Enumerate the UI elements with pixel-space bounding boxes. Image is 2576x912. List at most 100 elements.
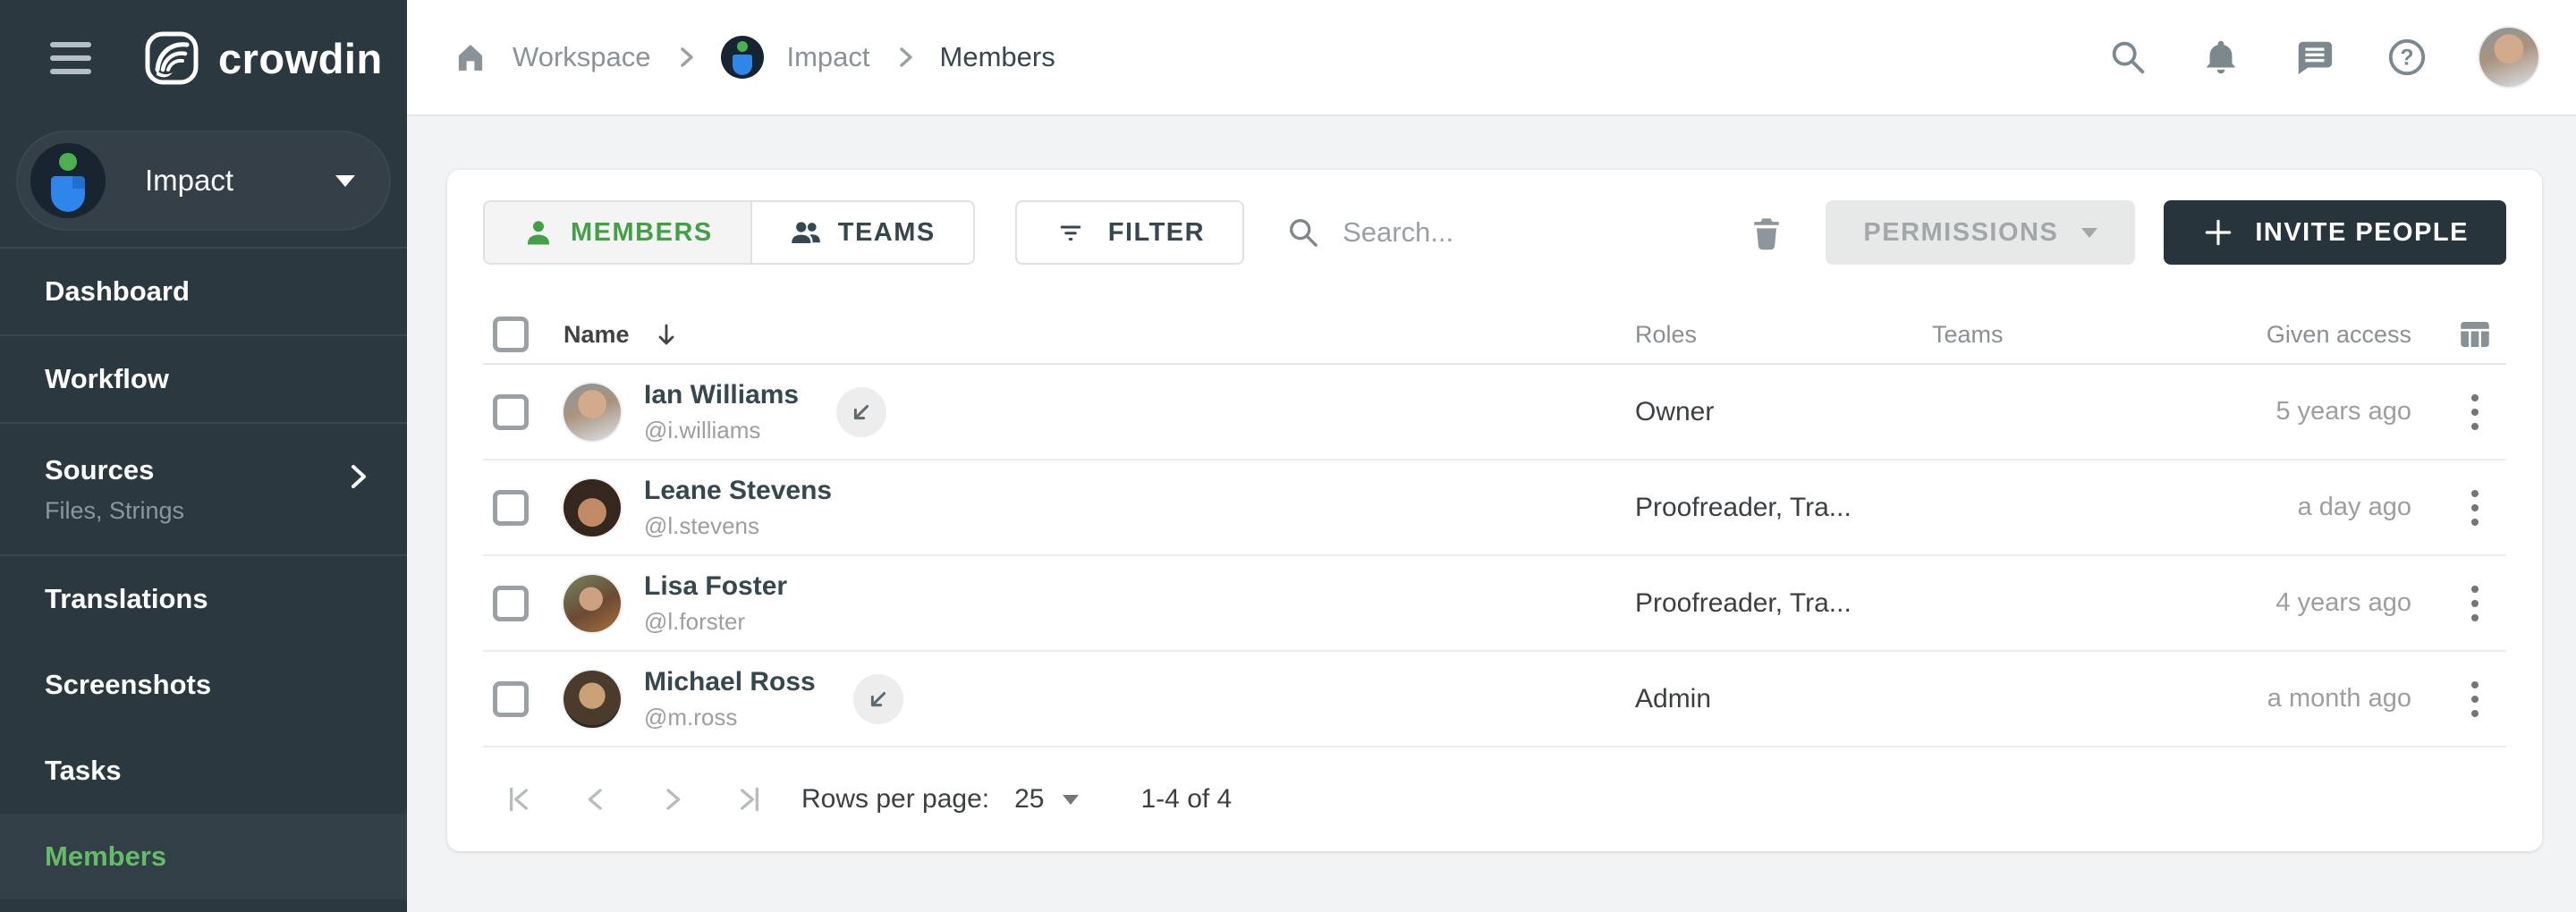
sidebar-item-members[interactable]: Members [0,814,407,899]
filter-button[interactable]: FILTER [1015,200,1244,265]
search-input[interactable] [1343,216,1747,249]
crowdin-mark-icon [143,30,200,87]
row-checkbox[interactable] [493,394,529,430]
chevron-down-icon [335,175,355,187]
member-roles: Admin [1635,684,1932,714]
sidebar-item-dashboard[interactable]: Dashboard [0,249,407,334]
row-checkbox[interactable] [493,681,529,717]
member-username: @i.williams [644,417,799,444]
permissions-button[interactable]: PERMISSIONS [1826,200,2135,265]
help-icon[interactable]: ? [2386,37,2428,78]
joined-via-invite-icon [836,387,886,437]
member-roles: Proofreader, Tra... [1635,493,1932,523]
chevron-right-icon [344,463,371,490]
table-row[interactable]: Leane Stevens @l.stevens Proofreader, Tr… [483,460,2506,556]
member-avatar [564,479,621,536]
sidebar-item-sources[interactable]: Sources Files, Strings [0,424,407,554]
member-given-access: 4 years ago [2068,588,2444,618]
previous-page-icon[interactable] [578,781,614,817]
tab-teams[interactable]: TEAMS [752,200,975,265]
first-page-icon[interactable] [501,781,537,817]
user-avatar[interactable] [2479,28,2538,87]
sidebar-item-workflow[interactable]: Workflow [0,336,407,422]
member-avatar [564,671,621,728]
breadcrumb-project[interactable]: Impact [787,41,870,73]
sidebar-item-label: Dashboard [45,275,190,308]
member-name: Lisa Foster [644,571,787,602]
filter-label: FILTER [1108,218,1205,248]
sidebar: crowdin Impact Dashboard Workflow Source… [0,0,407,912]
tab-label: TEAMS [838,218,936,248]
plus-icon [2201,215,2235,249]
row-menu-icon[interactable] [2457,678,2493,721]
brand-name: crowdin [218,34,383,83]
tab-members[interactable]: MEMBERS [483,200,752,265]
project-switcher[interactable]: Impact [16,131,391,231]
chevron-right-icon [894,46,917,69]
row-checkbox[interactable] [493,490,529,526]
table-row[interactable]: Lisa Foster @l.forster Proofreader, Tra.… [483,556,2506,652]
member-username: @m.ross [644,704,816,731]
sidebar-item-screenshots[interactable]: Screenshots [0,642,407,728]
row-menu-icon[interactable] [2457,391,2493,434]
chat-icon[interactable] [2293,37,2334,78]
column-label: Name [564,321,630,349]
filter-icon [1055,216,1087,249]
sidebar-item-label: Workflow [45,363,169,395]
member-given-access: a day ago [2068,493,2444,522]
sidebar-item-label: Sources [45,454,154,486]
tab-label: MEMBERS [571,218,713,248]
invite-label: INVITE PEOPLE [2255,218,2469,248]
sidebar-item-sublabel: Files, Strings [45,497,184,525]
invite-people-button[interactable]: INVITE PEOPLE [2164,200,2506,265]
rows-per-page-value: 25 [1014,784,1044,815]
column-header-name[interactable]: Name [564,321,1635,349]
chevron-down-icon [1063,795,1079,805]
member-name: Michael Ross [644,667,816,697]
search-icon[interactable] [2107,37,2148,78]
chevron-right-icon [674,46,698,69]
svg-text:?: ? [2400,46,2413,71]
column-header-teams: Teams [1932,321,2068,349]
member-name: Leane Stevens [644,476,832,506]
column-settings-icon[interactable] [2456,316,2494,353]
select-all-checkbox[interactable] [493,317,529,352]
row-menu-icon[interactable] [2457,582,2493,625]
joined-via-invite-icon [853,674,903,724]
row-checkbox[interactable] [493,586,529,621]
sort-descending-icon [653,321,680,348]
menu-icon[interactable] [50,34,93,82]
table-header: Name Roles Teams Given access [483,306,2506,365]
view-tabs: MEMBERS TEAMS [483,200,975,265]
member-given-access: 5 years ago [2068,397,2444,426]
table-row[interactable]: Ian Williams @i.williams Owner 5 years a… [483,365,2506,460]
brand-bar: crowdin [0,0,407,116]
next-page-icon[interactable] [655,781,691,817]
breadcrumb-page: Members [940,41,1055,73]
bell-icon[interactable] [2200,37,2241,78]
project-logo [30,143,106,218]
last-page-icon[interactable] [732,781,767,817]
topbar-actions: ? [2107,28,2538,87]
column-header-given-access: Given access [2068,321,2444,349]
sidebar-item-label: Screenshots [45,669,211,701]
column-header-roles: Roles [1635,321,1932,349]
pagination-range: 1-4 of 4 [1141,784,1233,815]
member-avatar [564,575,621,632]
member-avatar [564,384,621,441]
sidebar-item-tasks[interactable]: Tasks [0,728,407,814]
main-content: MEMBERS TEAMS FILTER [407,116,2576,912]
sidebar-item-translations[interactable]: Translations [0,556,407,642]
pagination: Rows per page: 25 1-4 of 4 [483,747,2506,851]
home-icon[interactable] [452,38,489,76]
members-card: MEMBERS TEAMS FILTER [447,170,2542,851]
breadcrumb-workspace[interactable]: Workspace [513,41,651,73]
people-icon [790,216,822,249]
trash-icon[interactable] [1747,213,1786,252]
chevron-down-icon [2081,228,2097,238]
table-row[interactable]: Michael Ross @m.ross Admin a month ago [483,652,2506,747]
crowdin-logo[interactable]: crowdin [143,30,383,87]
row-menu-icon[interactable] [2457,486,2493,529]
rows-per-page-select[interactable]: 25 [1014,784,1078,815]
member-roles: Owner [1635,397,1932,427]
